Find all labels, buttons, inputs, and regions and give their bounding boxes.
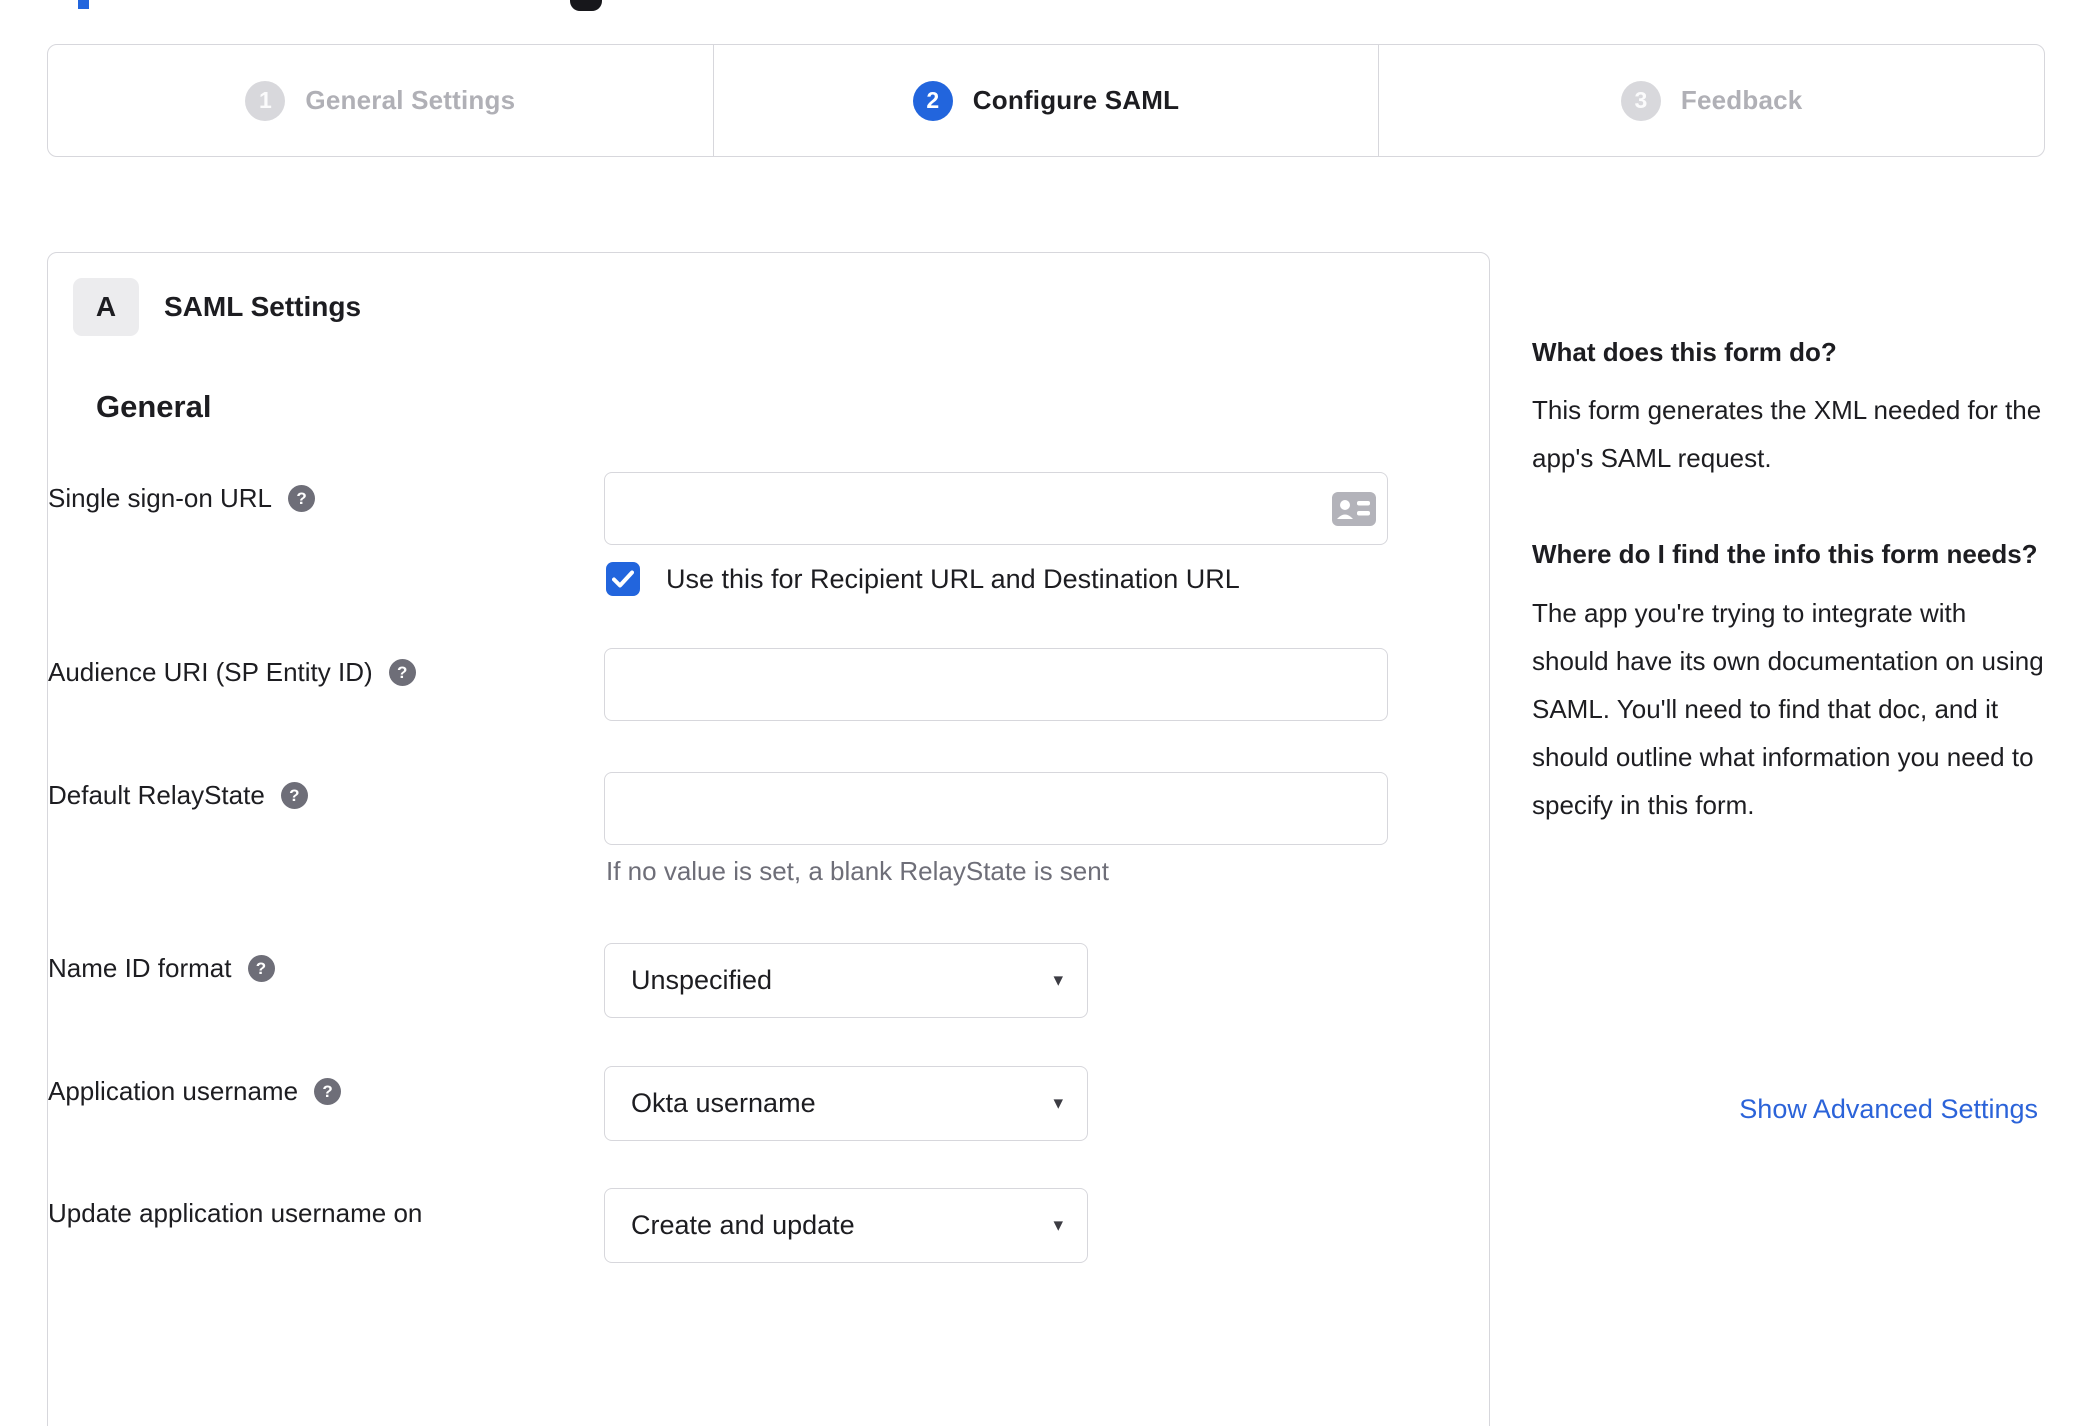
configure-saml-page: 1 General Settings 2 Configure SAML 3 Fe… <box>0 0 2092 1426</box>
wizard-stepper: 1 General Settings 2 Configure SAML 3 Fe… <box>47 44 2045 157</box>
application-username-label-text: Application username <box>48 1076 299 1106</box>
step-1-label: General Settings <box>305 85 516 115</box>
show-advanced-settings-link[interactable]: Show Advanced Settings <box>1739 1094 2038 1125</box>
recipient-url-checkbox-row: Use this for Recipient URL and Destinati… <box>606 562 1240 596</box>
section-title: SAML Settings <box>164 291 362 322</box>
name-id-format-value: Unspecified <box>631 965 773 995</box>
default-relaystate-input[interactable] <box>604 772 1388 845</box>
step-1-number: 1 <box>245 80 286 121</box>
name-id-format-select[interactable]: Unspecified ▾ <box>604 943 1088 1018</box>
clipped-header-accent <box>78 0 89 9</box>
update-app-username-label-text: Update application username on <box>48 1198 423 1228</box>
update-app-username-select[interactable]: Create and update ▾ <box>604 1188 1088 1263</box>
relaystate-helper-text: If no value is set, a blank RelayState i… <box>606 856 1109 886</box>
section-a-badge: A <box>73 278 139 336</box>
sso-url-input[interactable] <box>604 472 1388 545</box>
help-what-heading: What does this form do? <box>1532 337 1837 367</box>
update-app-username-value: Create and update <box>631 1210 855 1240</box>
step-2-label: Configure SAML <box>972 85 1180 115</box>
sso-url-help-icon[interactable]: ? <box>288 485 316 512</box>
chevron-down-icon: ▾ <box>1053 1093 1063 1114</box>
help-where-body: The app you're trying to integrate with … <box>1532 597 2044 820</box>
contact-card-icon[interactable] <box>1332 492 1376 526</box>
step-general-settings[interactable]: 1 General Settings <box>48 45 713 156</box>
help-what-body: This form generates the XML needed for t… <box>1532 395 2042 474</box>
step-feedback[interactable]: 3 Feedback <box>1378 45 2044 156</box>
help-sidebar: What does this form do? This form genera… <box>1532 330 2044 879</box>
application-username-value: Okta username <box>631 1088 816 1118</box>
audience-uri-label: Audience URI (SP Entity ID) ? <box>48 657 416 688</box>
application-username-help-icon[interactable]: ? <box>314 1078 342 1105</box>
update-app-username-label: Update application username on <box>48 1198 422 1229</box>
name-id-format-label: Name ID format ? <box>48 953 275 984</box>
default-relaystate-help-icon[interactable]: ? <box>280 782 308 809</box>
help-where-heading: Where do I find the info this form needs… <box>1532 539 2038 570</box>
sso-url-label: Single sign-on URL ? <box>48 483 316 514</box>
audience-uri-input[interactable] <box>604 648 1388 721</box>
chevron-down-icon: ▾ <box>1053 970 1063 991</box>
chevron-down-icon: ▾ <box>1053 1215 1063 1236</box>
application-username-label: Application username ? <box>48 1076 342 1107</box>
recipient-url-checkbox-label[interactable]: Use this for Recipient URL and Destinati… <box>666 564 1240 595</box>
sso-url-label-text: Single sign-on URL <box>48 483 273 513</box>
group-title-general: General <box>96 389 212 424</box>
recipient-url-checkbox[interactable] <box>606 562 640 596</box>
audience-uri-help-icon[interactable]: ? <box>388 659 416 686</box>
default-relaystate-label: Default RelayState ? <box>48 780 308 811</box>
name-id-format-help-icon[interactable]: ? <box>247 955 275 982</box>
step-3-label: Feedback <box>1680 85 1803 115</box>
step-3-number: 3 <box>1620 80 1661 121</box>
clipped-header-glyph <box>570 0 602 11</box>
name-id-format-label-text: Name ID format <box>48 953 232 983</box>
checkmark-icon <box>612 570 634 588</box>
step-2-number: 2 <box>912 80 953 121</box>
application-username-select[interactable]: Okta username ▾ <box>604 1066 1088 1141</box>
step-configure-saml[interactable]: 2 Configure SAML <box>712 45 1379 156</box>
default-relaystate-label-text: Default RelayState <box>48 780 265 810</box>
audience-uri-label-text: Audience URI (SP Entity ID) <box>48 657 373 687</box>
